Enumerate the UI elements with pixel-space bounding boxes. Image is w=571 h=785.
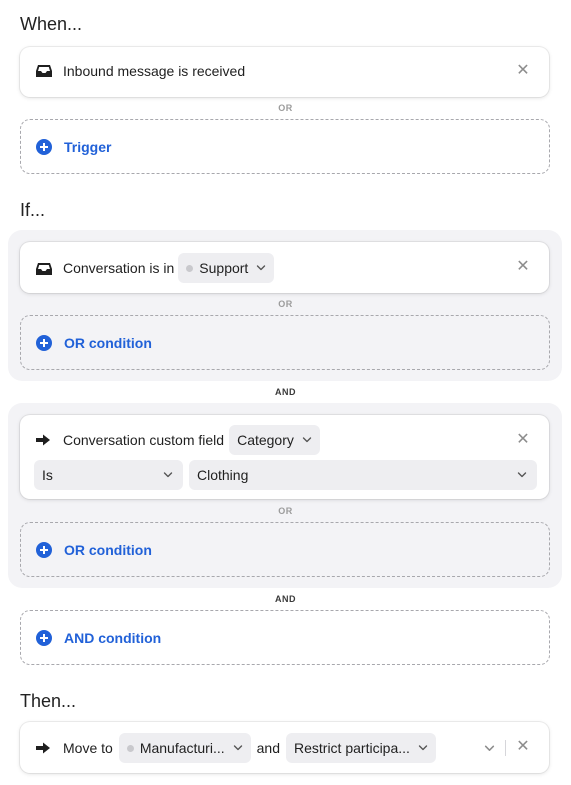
condition-card-custom-field[interactable]: Conversation custom field Category ✕ Is … <box>20 415 549 499</box>
status-dot <box>126 744 134 752</box>
plus-circle-icon <box>36 541 52 558</box>
if-section-title: If... <box>20 200 46 220</box>
or-separator: OR <box>278 299 293 309</box>
inbox-select[interactable]: Support <box>178 253 275 283</box>
condition-prefix: Conversation custom field <box>63 432 225 448</box>
condition-value: Clothing <box>197 467 249 483</box>
trigger-label: Inbound message is received <box>63 63 246 79</box>
plus-circle-icon <box>36 629 52 646</box>
and-separator: AND <box>275 387 296 397</box>
remove-trigger-button[interactable]: ✕ <box>516 63 530 79</box>
custom-field-value: Category <box>237 432 294 448</box>
add-or-condition-label: OR condition <box>64 541 152 558</box>
inbox-value: Support <box>199 260 249 276</box>
remove-condition-button[interactable]: ✕ <box>516 259 530 275</box>
status-dot <box>186 264 194 272</box>
destination-value: Manufacturi... <box>139 740 225 756</box>
divider <box>505 740 506 756</box>
condition-card-inbox[interactable]: Conversation is in Support ✕ <box>20 242 549 293</box>
chevron-down-icon <box>233 745 242 751</box>
value-select[interactable]: Clothing <box>189 460 537 490</box>
chevron-down-icon <box>257 265 266 271</box>
then-section-title: Then... <box>20 691 77 711</box>
plus-circle-icon <box>36 334 52 351</box>
arrow-right-icon <box>36 434 50 446</box>
add-trigger-button[interactable]: Trigger <box>20 119 550 174</box>
chevron-down-icon <box>418 745 428 751</box>
add-or-condition-button[interactable]: OR condition <box>20 522 550 577</box>
add-or-condition-label: OR condition <box>64 334 152 351</box>
plus-circle-icon <box>36 138 52 155</box>
option-select[interactable]: Restrict participa... <box>286 733 436 763</box>
remove-condition-button[interactable]: ✕ <box>516 432 530 448</box>
option-value: Restrict participa... <box>294 740 410 756</box>
chevron-down-icon <box>517 472 527 478</box>
action-prefix: Move to <box>63 740 113 756</box>
action-card[interactable]: Move to Manufacturi... and Restrict part… <box>20 722 549 773</box>
inbox-icon <box>36 263 52 275</box>
arrow-right-icon <box>36 742 50 754</box>
or-separator: OR <box>278 103 293 113</box>
chevron-down-icon <box>302 437 312 443</box>
trigger-card[interactable]: Inbound message is received ✕ <box>20 47 549 97</box>
add-and-condition-button[interactable]: AND condition <box>20 610 550 665</box>
add-or-condition-button[interactable]: OR condition <box>20 315 550 370</box>
inbox-icon <box>36 65 52 77</box>
chevron-down-icon <box>163 472 173 478</box>
or-separator: OR <box>278 506 293 516</box>
expand-chevron-icon[interactable] <box>484 743 495 754</box>
custom-field-select[interactable]: Category <box>229 425 320 455</box>
operator-value: Is <box>42 467 53 483</box>
and-separator: AND <box>275 594 296 604</box>
action-connector: and <box>256 740 280 756</box>
remove-action-button[interactable]: ✕ <box>516 739 530 755</box>
add-trigger-label: Trigger <box>64 138 112 155</box>
operator-select[interactable]: Is <box>34 460 183 490</box>
condition-prefix: Conversation is in <box>63 260 175 276</box>
add-and-condition-label: AND condition <box>64 629 162 646</box>
when-section-title: When... <box>20 14 83 34</box>
destination-select[interactable]: Manufacturi... <box>118 733 251 763</box>
